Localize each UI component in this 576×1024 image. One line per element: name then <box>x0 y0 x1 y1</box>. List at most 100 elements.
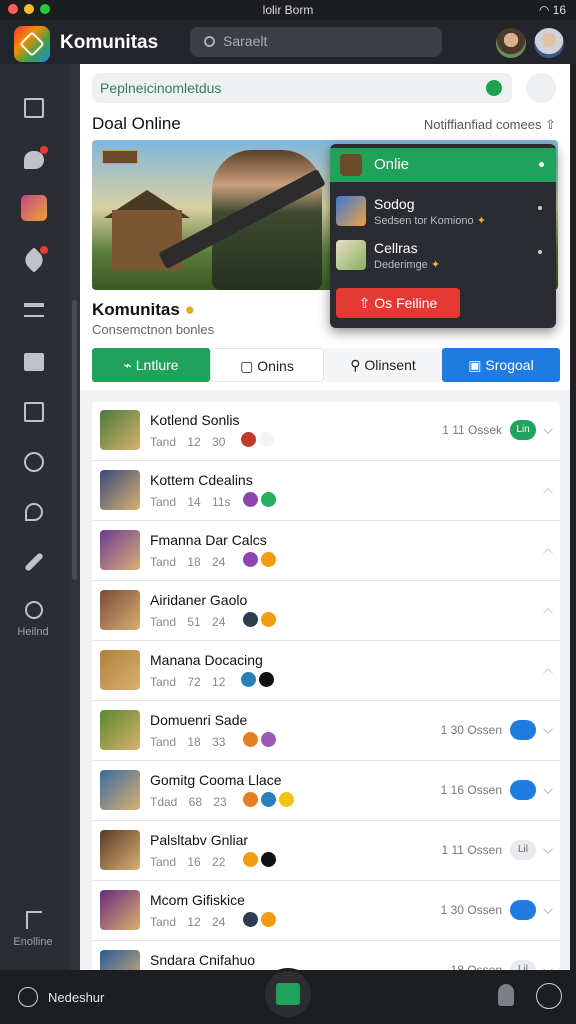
status-badge[interactable] <box>510 900 536 920</box>
chevron-up-icon[interactable] <box>543 548 553 558</box>
rocket-icon[interactable] <box>18 244 50 276</box>
rail-scrollbar-thumb[interactable] <box>72 300 77 580</box>
member-avatars <box>242 491 277 508</box>
member-avatar <box>242 611 259 628</box>
location-icon[interactable] <box>18 496 50 528</box>
item-name: Domuenri Sade <box>150 712 248 728</box>
wrench-icon[interactable] <box>18 546 50 578</box>
list-item[interactable]: Kotlend Sonlis Tand 12 30 1 11 Ossek Lin <box>92 402 560 461</box>
clock-icon[interactable] <box>18 594 50 626</box>
game-logo-badge <box>102 150 138 164</box>
popup-header[interactable]: Onlie <box>330 148 556 182</box>
member-avatar <box>258 431 275 448</box>
tab-bar: ⌁ Lntlure ▢ Onins ⚲ Olinsent ▣ Srogoal <box>92 348 560 382</box>
list-item[interactable]: Mcom Gifiskice Tand 12 24 1 30 Ossen <box>92 882 560 941</box>
list-item[interactable]: Domuenri Sade Tand 18 33 1 30 Ossen <box>92 702 560 761</box>
member-avatar <box>260 791 277 808</box>
notification-link[interactable]: Notiffianfiad comees ⇧ <box>424 117 556 133</box>
list-item[interactable]: Palsltabv Gnliar Tand 16 22 1 11 Ossen Lil <box>92 822 560 881</box>
go-arrow-icon[interactable] <box>486 80 502 96</box>
status-badge[interactable]: Lil <box>510 840 536 860</box>
chevron-down-icon[interactable] <box>543 904 553 914</box>
game-thumbnail <box>100 890 140 930</box>
search-placeholder: Saraelt <box>223 33 268 49</box>
cards-icon[interactable] <box>18 346 50 378</box>
item-meta: Tdad 68 23 <box>150 795 227 809</box>
chevron-up-icon[interactable] <box>543 668 553 678</box>
item-meta: Tand 72 12 <box>150 675 226 689</box>
more-icon[interactable] <box>538 206 542 210</box>
menu-icon[interactable] <box>536 983 562 1009</box>
popup-item[interactable]: Sodog Sedsen tor Komiono ✦ <box>336 192 550 232</box>
member-avatars <box>242 731 277 748</box>
item-name: Mcom Gifiskice <box>150 892 245 908</box>
status-bar: lolir Borm ◠ 16 <box>0 0 576 20</box>
chevron-down-icon[interactable] <box>543 784 553 794</box>
status-badge[interactable]: Lin <box>510 420 536 440</box>
settings-icon[interactable] <box>18 904 50 936</box>
member-avatar <box>240 671 257 688</box>
member-avatar <box>260 731 277 748</box>
chevron-down-icon[interactable] <box>543 424 553 434</box>
profile-avatar[interactable] <box>534 28 564 58</box>
app-logo-icon[interactable] <box>14 26 50 62</box>
search-input[interactable]: Saraelt <box>190 27 442 57</box>
popup-item[interactable]: Cellras Dederimge ✦ <box>336 236 550 276</box>
chevron-down-icon[interactable] <box>543 724 553 734</box>
chat-icon[interactable] <box>18 144 50 176</box>
compass-icon[interactable] <box>18 446 50 478</box>
profile-link-text: Peplneicinomletdus <box>100 80 222 96</box>
member-avatar <box>242 851 259 868</box>
tab-lntlure[interactable]: ⌁ Lntlure <box>92 348 210 382</box>
member-list: Kotlend Sonlis Tand 12 30 1 11 Ossek Lin Kot… <box>92 402 560 970</box>
member-avatar <box>258 671 275 688</box>
more-icon[interactable] <box>539 162 544 167</box>
status-icon[interactable] <box>18 987 38 1007</box>
game-thumbnail <box>100 710 140 750</box>
tab-onins[interactable]: ▢ Onins <box>210 348 324 382</box>
refresh-icon[interactable] <box>526 73 556 103</box>
bell-icon[interactable] <box>498 984 514 1006</box>
tab-olinsent[interactable]: ⚲ Olinsent <box>324 348 442 382</box>
list-item[interactable]: Sndara Cnifahuo 18 Ossen Lil <box>92 942 560 970</box>
go-offline-button[interactable]: ⇧ Os Feiline <box>336 288 460 318</box>
music-icon[interactable] <box>18 396 50 428</box>
list-icon[interactable] <box>18 294 50 326</box>
chevron-up-icon[interactable] <box>543 608 553 618</box>
avatar[interactable] <box>496 28 526 58</box>
member-avatar <box>242 491 259 508</box>
popup-item-thumb <box>336 240 366 270</box>
camera-icon <box>276 983 300 1005</box>
list-item[interactable]: Gomitg Cooma Llace Tdad 68 23 1 16 Ossen <box>92 762 560 821</box>
rail-bottom-label[interactable]: Heilnd <box>0 626 66 638</box>
rail-settings-label[interactable]: Enolline <box>0 936 66 948</box>
community-name: Komunitas ● <box>92 300 195 319</box>
game-avatar-icon[interactable] <box>18 192 50 224</box>
list-item[interactable]: Airidaner Gaolo Tand 51 24 <box>92 582 560 641</box>
status-badge[interactable] <box>510 780 536 800</box>
member-avatars <box>240 671 275 688</box>
member-avatar <box>260 491 277 508</box>
member-avatar <box>242 791 259 808</box>
medal-icon: ● <box>184 300 195 319</box>
status-badge[interactable] <box>510 720 536 740</box>
list-item[interactable]: Manana Docacing Tand 72 12 <box>92 642 560 701</box>
left-rail: Heilnd Enolline <box>0 64 70 970</box>
status-label[interactable]: Nedeshur <box>48 990 104 1005</box>
tab-srogoal[interactable]: ▣ Srogoal <box>442 348 560 382</box>
member-avatar <box>260 911 277 928</box>
camera-button[interactable] <box>262 968 314 1020</box>
list-item[interactable]: Fmanna Dar Calcs Tand 18 24 <box>92 522 560 581</box>
chevron-up-icon[interactable] <box>543 488 553 498</box>
inbox-icon[interactable] <box>18 92 50 124</box>
community-subtitle: Consemctnon bonles <box>92 322 215 337</box>
more-icon[interactable] <box>538 250 542 254</box>
online-popup: Onlie Sodog Sedsen tor Komiono ✦ Cellras… <box>330 144 556 328</box>
share-icon[interactable]: ⇧ <box>545 117 556 132</box>
chevron-down-icon[interactable] <box>543 844 553 854</box>
status-badge[interactable]: Lil <box>510 960 536 970</box>
profile-link-field[interactable]: Peplneicinomletdus <box>92 73 512 103</box>
list-item[interactable]: Kottem Cdealins Tand 14 11s <box>92 462 560 521</box>
game-thumbnail <box>100 950 140 970</box>
member-avatar <box>242 911 259 928</box>
